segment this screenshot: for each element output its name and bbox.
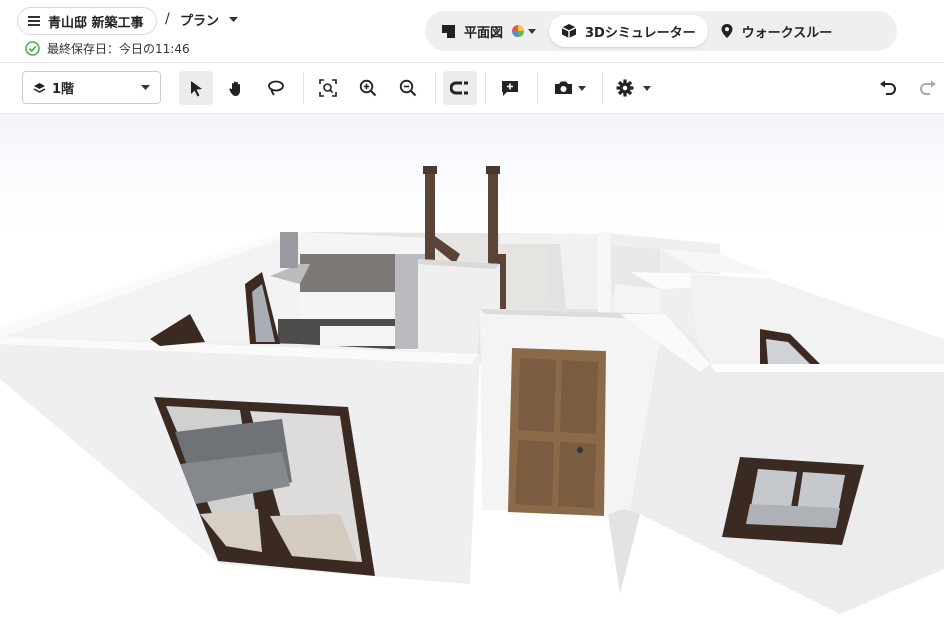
floor-select[interactable]: 1階 xyxy=(22,71,161,104)
save-status: 最終保存日：今日の11:46 xyxy=(25,40,190,57)
add-comment-button[interactable] xyxy=(493,71,527,105)
floorplan-icon xyxy=(441,24,456,39)
mode-3d-label: 3Dシミュレーター xyxy=(585,25,696,41)
hand-pan-icon xyxy=(228,80,244,97)
lasso-icon xyxy=(267,80,285,96)
camera-menu-button[interactable] xyxy=(549,71,591,105)
select-tool-button[interactable] xyxy=(179,71,213,105)
upper-cabinets xyxy=(300,254,396,292)
breadcrumb-separator: / xyxy=(165,11,170,27)
mode-3d-simulator-button[interactable]: 3Dシミュレーター xyxy=(549,15,708,47)
add-comment-icon xyxy=(501,80,519,97)
magnet-snap-icon xyxy=(450,81,470,95)
project-menu-button[interactable]: 青山邸 新築工事 xyxy=(17,7,157,35)
toolbar: 1階 xyxy=(0,62,944,114)
map-pin-icon xyxy=(720,23,734,39)
color-wheel-icon[interactable] xyxy=(511,24,537,38)
plan-label: プラン xyxy=(180,14,220,29)
saved-text: 最終保存日：今日の11:46 xyxy=(47,42,190,56)
gear-icon xyxy=(616,79,652,97)
mode-walkthrough-label: ウォークスルー xyxy=(741,25,833,41)
zoom-in-icon xyxy=(359,79,377,97)
settings-menu-button[interactable] xyxy=(613,71,655,105)
caret-down-icon xyxy=(141,84,150,91)
zoom-fit-icon xyxy=(319,79,337,97)
undo-button[interactable] xyxy=(871,71,905,105)
toolbar-divider xyxy=(537,72,538,104)
cube-icon xyxy=(561,23,577,39)
redo-button[interactable] xyxy=(911,71,944,105)
top-header: 青山邸 新築工事 / プラン 最終保存日：今日の11:46 平面図 3Dシミュレ… xyxy=(0,0,944,62)
view-mode-switch: 平面図 3Dシミュレーター ウォークスルー xyxy=(425,11,897,51)
undo-icon xyxy=(879,80,897,96)
mode-walkthrough-button[interactable]: ウォークスルー xyxy=(708,15,845,47)
zoom-fit-button[interactable] xyxy=(311,71,345,105)
right-window xyxy=(722,457,864,545)
floor-label: 1階 xyxy=(52,82,75,97)
3d-viewport[interactable] xyxy=(0,114,944,625)
toolbar-divider xyxy=(485,72,486,104)
camera-icon xyxy=(553,80,587,96)
lasso-tool-button[interactable] xyxy=(259,71,293,105)
menu-icon xyxy=(28,16,40,26)
house-3d-render xyxy=(0,166,944,614)
zoom-out-icon xyxy=(399,79,417,97)
redo-icon xyxy=(919,80,937,96)
project-name: 青山邸 新築工事 xyxy=(48,15,144,31)
toolbar-divider xyxy=(303,72,304,104)
check-circle-icon xyxy=(25,41,40,56)
toolbar-divider xyxy=(602,72,603,104)
mode-floorplan-button[interactable]: 平面図 xyxy=(429,15,549,47)
mode-floorplan-label: 平面図 xyxy=(464,25,504,41)
caret-down-icon xyxy=(229,16,239,23)
pan-tool-button[interactable] xyxy=(219,71,253,105)
zoom-in-button[interactable] xyxy=(351,71,385,105)
layers-icon xyxy=(33,82,46,94)
select-arrow-icon xyxy=(188,80,204,97)
snap-toggle-button[interactable] xyxy=(443,71,477,105)
toolbar-divider xyxy=(435,72,436,104)
plan-dropdown[interactable]: プラン xyxy=(180,10,239,29)
zoom-out-button[interactable] xyxy=(391,71,425,105)
